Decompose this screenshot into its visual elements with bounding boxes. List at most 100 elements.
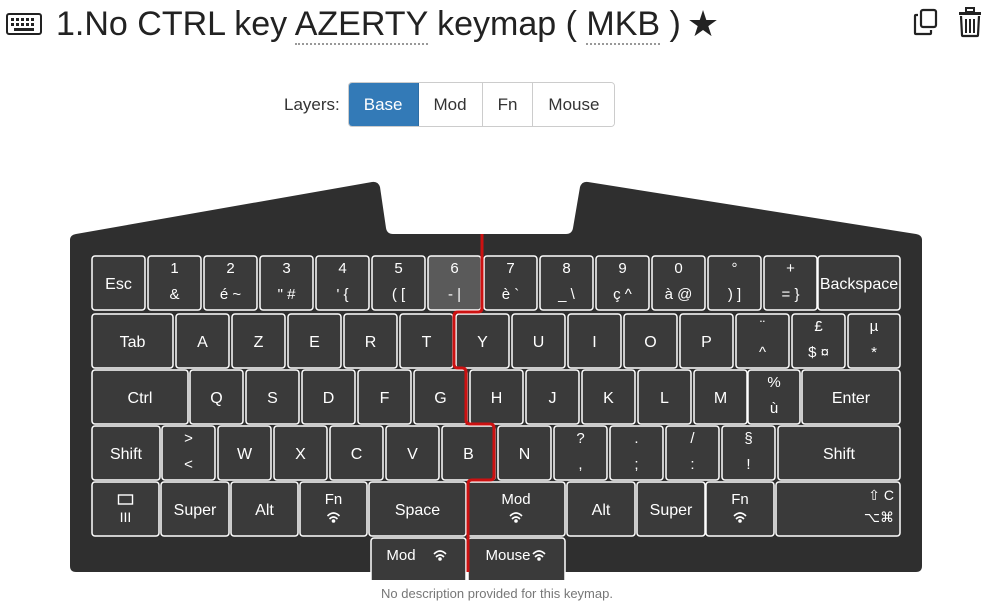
key-bottom: ;: [634, 456, 638, 473]
wireless-icon-dot: [537, 557, 541, 561]
key-bottom: - |: [448, 286, 461, 303]
key-top: 2: [226, 260, 234, 277]
key-bottom: ,: [578, 456, 582, 473]
key-top: 1: [170, 260, 178, 277]
key-label: X: [295, 446, 306, 463]
key-bottom: <: [184, 456, 193, 473]
key-bottom: !: [746, 456, 750, 473]
key-top: 8: [562, 260, 570, 277]
key-label: Z: [254, 334, 264, 351]
key-label: Esc: [105, 276, 132, 293]
key-label: Alt: [255, 502, 274, 519]
key-label: W: [237, 446, 253, 463]
key-top: >: [184, 430, 193, 447]
title-suffix: ): [669, 5, 681, 43]
key-top: 9: [618, 260, 626, 277]
key-bottom: é ~: [220, 286, 242, 303]
key-top: 6: [450, 260, 458, 277]
title-keymap: keymap (: [437, 5, 577, 43]
key-label: Shift: [110, 446, 143, 463]
trash-icon[interactable]: [956, 6, 984, 38]
wireless-icon-dot: [738, 519, 742, 523]
key-top: 0: [674, 260, 682, 277]
key-label: R: [365, 334, 377, 351]
key-label: N: [519, 446, 531, 463]
title-bar: 1.No CTRL key AZERTY keymap ( MKB ) ★: [6, 0, 719, 48]
layers-label: Layers:: [284, 94, 340, 114]
key-label: J: [549, 390, 557, 407]
key-label: O: [644, 334, 656, 351]
wireless-icon-dot: [514, 519, 518, 523]
key-label: A: [197, 334, 208, 351]
wireless-icon-dot: [331, 519, 336, 523]
key-bottom: è `: [502, 286, 520, 303]
key-bottom: ⌥⌘: [864, 509, 894, 525]
tab-fn[interactable]: Fn: [482, 83, 534, 126]
key-label: Space: [395, 502, 440, 519]
key-label: V: [407, 446, 418, 463]
key-bottom: ^: [759, 344, 766, 361]
key-bottom: = }: [782, 286, 800, 303]
key-top: .: [634, 430, 638, 447]
title-prefix: 1.No CTRL key: [56, 5, 288, 43]
layer-selector: Layers: Base Mod Fn Mouse: [284, 82, 616, 127]
key-label: K: [603, 390, 614, 407]
key-label: Y: [477, 334, 488, 351]
key-label: Fn: [731, 491, 749, 508]
key-label: Shift: [823, 446, 856, 463]
key-top: £: [814, 318, 823, 335]
key-label: Mod: [501, 491, 530, 508]
wireless-icon-dot: [438, 557, 442, 561]
key-top: 4: [338, 260, 346, 277]
keyboard-icon: [6, 13, 42, 35]
key-top: ?: [576, 430, 584, 447]
key-label: III: [120, 509, 132, 525]
layout-name[interactable]: AZERTY: [294, 5, 428, 45]
key-bottom: ) ]: [728, 286, 741, 303]
tab-base[interactable]: Base: [348, 83, 419, 126]
key-bottom: à @: [665, 286, 693, 303]
key-top: 3: [282, 260, 290, 277]
key-label: Mod: [386, 547, 415, 564]
key-top: ¨: [760, 318, 765, 335]
key-label: B: [463, 446, 474, 463]
key-bottom: _ \: [557, 286, 576, 303]
title-actions: [912, 6, 984, 38]
key-bottom: &: [169, 286, 179, 303]
tab-mouse[interactable]: Mouse: [533, 83, 615, 126]
key-top: °: [732, 260, 738, 277]
key-label: Super: [650, 502, 693, 519]
key-label: L: [660, 390, 669, 407]
key-r5-k0[interactable]: [370, 537, 467, 580]
key-top: +: [786, 260, 795, 277]
key-bottom: ù: [770, 400, 778, 417]
key-label: Q: [210, 390, 222, 407]
key-bottom: :: [690, 456, 694, 473]
key-label: I: [592, 334, 596, 351]
key-label: P: [701, 334, 712, 351]
key-top: µ: [870, 318, 879, 335]
key-label: Fn: [325, 491, 343, 508]
key-bottom: *: [871, 344, 877, 361]
tab-mod[interactable]: Mod: [418, 83, 483, 126]
key-label: Tab: [120, 334, 146, 351]
key-label: Mouse: [485, 547, 530, 564]
star-icon[interactable]: ★: [687, 0, 719, 48]
key-top: ⇧ C: [868, 487, 894, 503]
key-label: F: [380, 390, 390, 407]
key-top: %: [767, 374, 780, 391]
key-bottom: ' {: [336, 286, 348, 303]
copy-icon[interactable]: [912, 6, 940, 38]
key-top: 5: [394, 260, 402, 277]
key-label: U: [533, 334, 545, 351]
keyboard-diagram: Esc 1 & 2 é ~ 3 " # 4 ' {5 ( [6 - | 7 è ` 8 _ \ 9 ç ^ 0 à …: [70, 181, 922, 580]
key-bottom: " #: [278, 286, 296, 303]
key-label: D: [323, 390, 335, 407]
device-name[interactable]: MKB: [586, 5, 661, 45]
key-label: T: [422, 334, 432, 351]
key-label: Enter: [832, 390, 871, 407]
key-label: C: [351, 446, 363, 463]
key-top: §: [744, 430, 752, 447]
layer-tabs: Base Mod Fn Mouse: [347, 82, 616, 127]
key-top: 7: [506, 260, 514, 277]
